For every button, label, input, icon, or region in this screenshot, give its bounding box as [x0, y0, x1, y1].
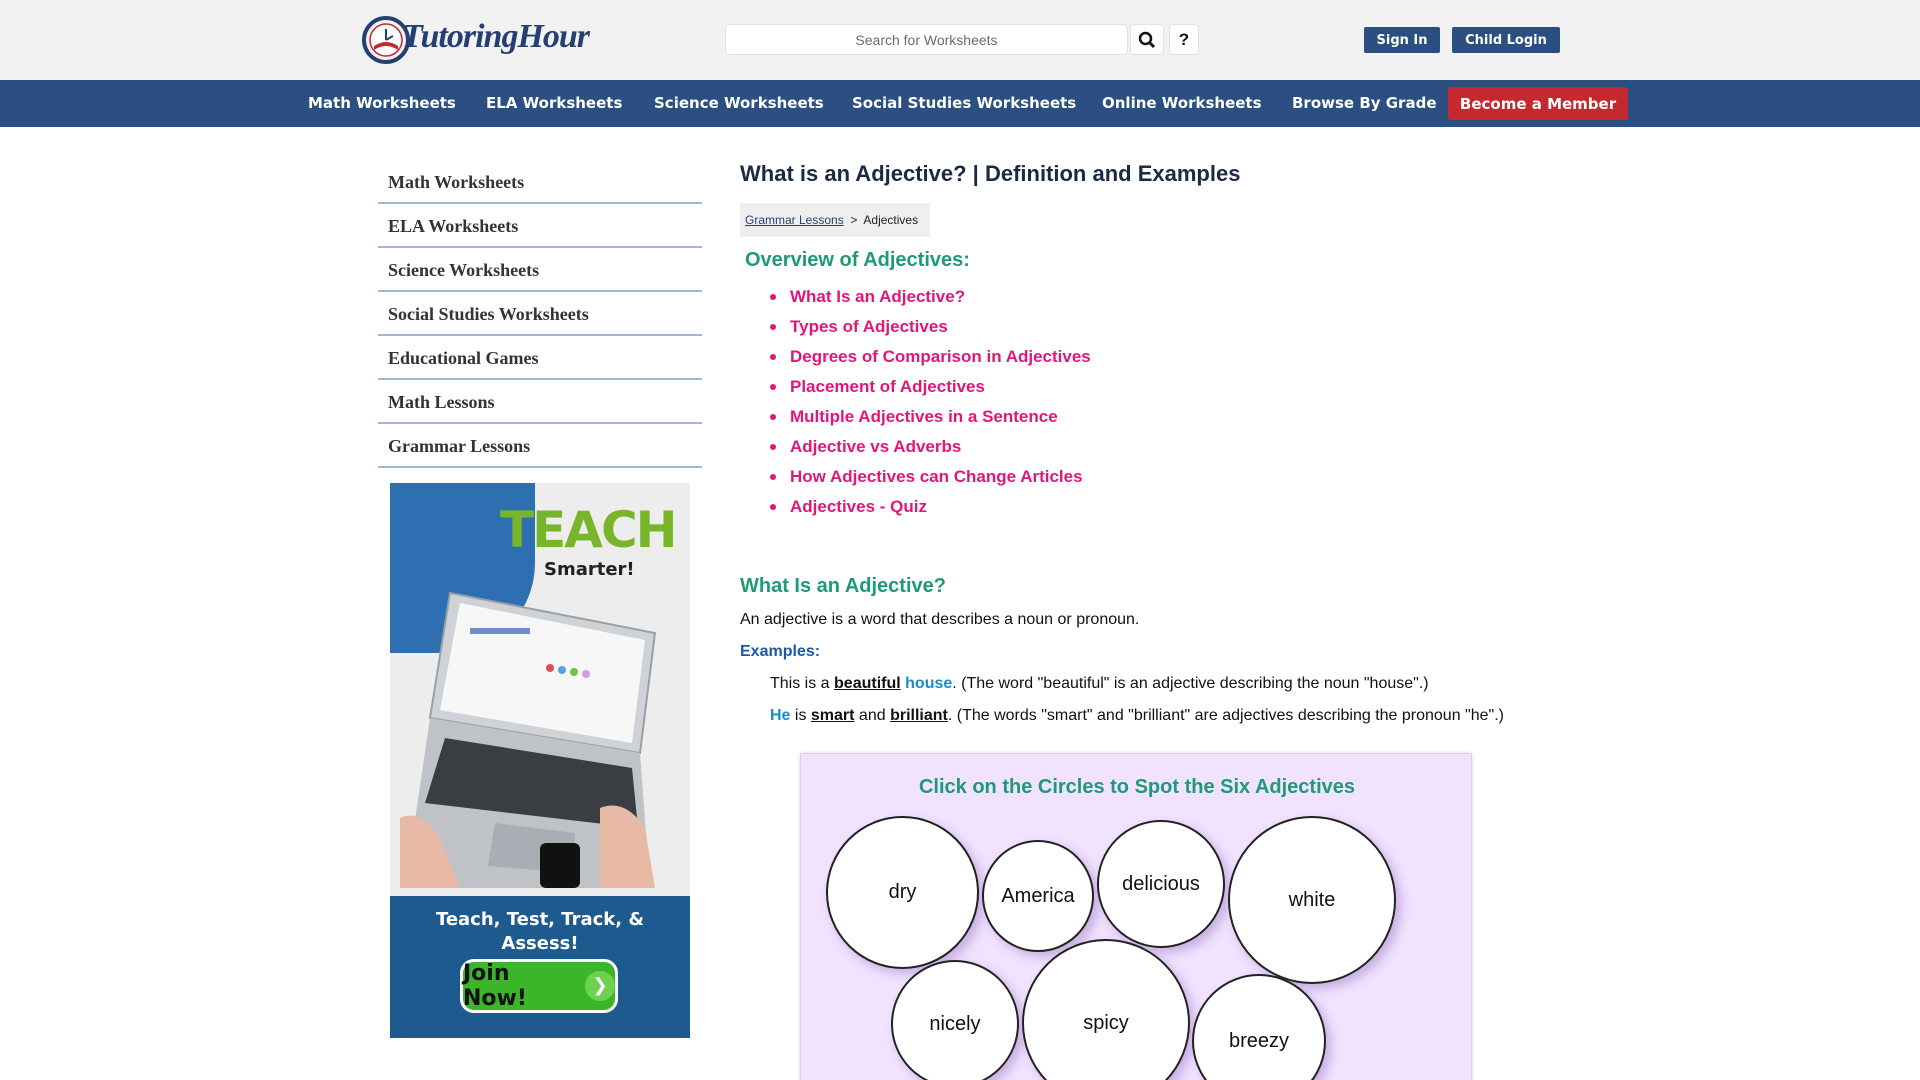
logo-text: TutoringHour	[402, 18, 590, 55]
example-sentence-1: This is a beautiful house. (The word "be…	[770, 675, 1429, 692]
nav-science-worksheets[interactable]: Science Worksheets	[654, 80, 824, 127]
laptop-illustration	[400, 591, 657, 888]
toc-link-what-is-adjective[interactable]: What Is an Adjective?	[770, 284, 1091, 314]
word-circle[interactable]: spicy	[1022, 939, 1190, 1080]
toc-link-change-articles[interactable]: How Adjectives can Change Articles	[770, 464, 1091, 494]
search-input[interactable]	[725, 24, 1128, 55]
toc-link-placement[interactable]: Placement of Adjectives	[770, 374, 1091, 404]
site-logo[interactable]: TutoringHour	[362, 12, 590, 66]
ad-headline: TEACH	[500, 501, 677, 559]
section-heading: What Is an Adjective?	[740, 575, 946, 597]
chevron-right-icon: ❯	[585, 971, 615, 1001]
sidebar-item-social-studies-worksheets[interactable]: Social Studies Worksheets	[378, 292, 702, 336]
word-circle[interactable]: white	[1228, 816, 1396, 984]
nav-ela-worksheets[interactable]: ELA Worksheets	[486, 80, 622, 127]
breadcrumb-separator: >	[850, 213, 858, 227]
word-circle[interactable]: breezy	[1192, 974, 1326, 1080]
search-button[interactable]	[1130, 24, 1164, 55]
ad-subhead: Smarter!	[544, 559, 635, 580]
toc-link-types[interactable]: Types of Adjectives	[770, 314, 1091, 344]
toc-link-quiz[interactable]: Adjectives - Quiz	[770, 494, 1091, 524]
help-label: ?	[1178, 29, 1190, 49]
sign-in-button[interactable]: Sign In	[1364, 27, 1440, 53]
sidebar-item-educational-games[interactable]: Educational Games	[378, 336, 702, 380]
toc-link-multiple-adjectives[interactable]: Multiple Adjectives in a Sentence	[770, 404, 1091, 434]
overview-heading: Overview of Adjectives:	[745, 249, 970, 271]
main-nav: Math Worksheets ELA Worksheets Science W…	[0, 80, 1920, 127]
breadcrumb-link-grammar-lessons[interactable]: Grammar Lessons	[745, 213, 844, 227]
top-header: TutoringHour ? Sign In Child Login	[0, 0, 1920, 80]
sidebar-item-grammar-lessons[interactable]: Grammar Lessons	[378, 424, 702, 468]
nav-online-worksheets[interactable]: Online Worksheets	[1102, 80, 1262, 127]
sidebar-item-math-worksheets[interactable]: Math Worksheets	[378, 160, 702, 204]
nav-social-studies-worksheets[interactable]: Social Studies Worksheets	[852, 80, 1076, 127]
adjective-game: Click on the Circles to Spot the Six Adj…	[800, 753, 1472, 1080]
sidebar-item-science-worksheets[interactable]: Science Worksheets	[378, 248, 702, 292]
word-circle[interactable]: delicious	[1097, 820, 1225, 948]
help-button[interactable]: ?	[1169, 24, 1199, 55]
example-sentence-2: He is smart and brilliant. (The words "s…	[770, 707, 1504, 724]
join-now-button[interactable]: Join Now! ❯	[460, 959, 618, 1013]
sidebar-item-math-lessons[interactable]: Math Lessons	[378, 380, 702, 424]
breadcrumb: Grammar Lessons > Adjectives	[740, 203, 930, 237]
examples-label: Examples:	[740, 643, 821, 660]
definition-text: An adjective is a word that describes a …	[740, 611, 1140, 628]
table-of-contents: What Is an Adjective? Types of Adjective…	[770, 284, 1091, 524]
page-title: What is an Adjective? | Definition and E…	[740, 161, 1241, 186]
nav-browse-by-grade[interactable]: Browse By Grade	[1292, 80, 1437, 127]
toc-link-degrees-of-comparison[interactable]: Degrees of Comparison in Adjectives	[770, 344, 1091, 374]
become-member-button[interactable]: Become a Member	[1448, 87, 1628, 120]
advertisement-banner[interactable]: TEACH Smarter! Teach, Test, Track, & Asse…	[390, 483, 690, 1038]
word-circle[interactable]: America	[982, 840, 1094, 952]
breadcrumb-current: Adjectives	[863, 213, 919, 227]
sidebar-item-ela-worksheets[interactable]: ELA Worksheets	[378, 204, 702, 248]
search-icon	[1138, 31, 1156, 48]
game-title: Click on the Circles to Spot the Six Adj…	[918, 776, 1356, 798]
toc-link-adjective-vs-adverbs[interactable]: Adjective vs Adverbs	[770, 434, 1091, 464]
word-circle[interactable]: dry	[826, 816, 979, 969]
word-circle[interactable]: nicely	[891, 960, 1019, 1080]
child-login-button[interactable]: Child Login	[1452, 27, 1560, 53]
ad-tagline: Teach, Test, Track, & Assess!	[435, 909, 645, 954]
nav-math-worksheets[interactable]: Math Worksheets	[308, 80, 456, 127]
